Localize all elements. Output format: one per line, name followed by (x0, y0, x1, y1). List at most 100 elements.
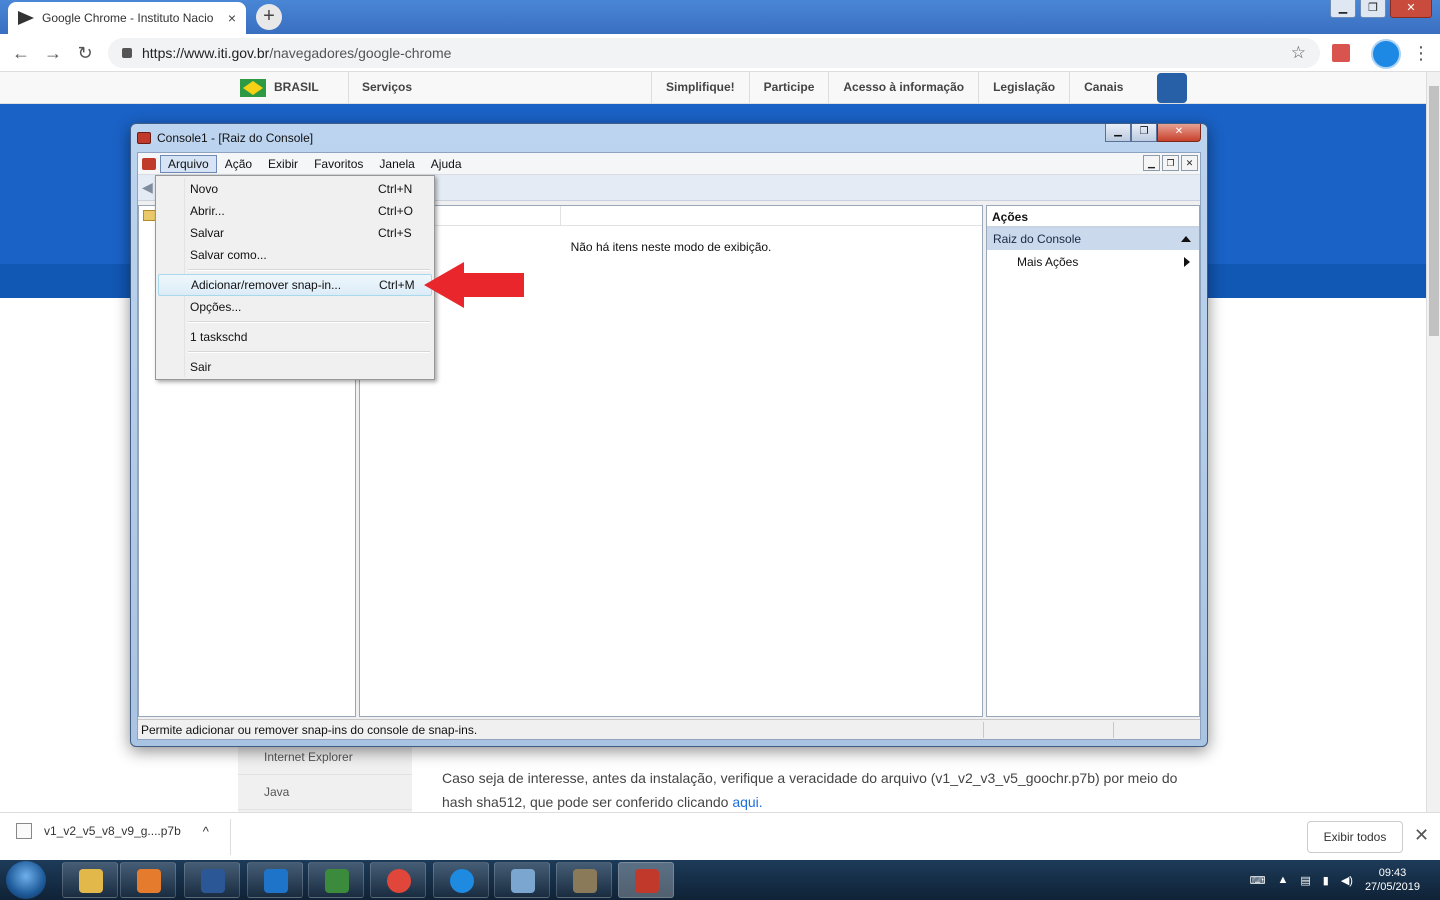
menu-item-salvar-como[interactable]: Salvar como... (158, 244, 432, 266)
taskbar-chrome[interactable] (370, 862, 426, 898)
mmc-maximize-button[interactable]: ❐ (1131, 124, 1157, 142)
bookmark-star-icon[interactable]: ☆ (1291, 43, 1306, 63)
console-root-icon[interactable] (142, 157, 156, 170)
menu-item-shortcut: Ctrl+N (378, 182, 413, 196)
menu-exibir[interactable]: Exibir (260, 154, 306, 174)
address-bar[interactable]: https://www.iti.gov.br/navegadores/googl… (108, 38, 1320, 68)
menu-item-label: Salvar (190, 226, 225, 240)
outlook-icon (264, 869, 288, 893)
actions-console-root[interactable]: Raiz do Console (987, 228, 1199, 250)
back-button[interactable]: ← (8, 40, 34, 66)
menu-item-add-remove-snapin[interactable]: Adicionar/remover snap-in... Ctrl+M (158, 274, 432, 296)
maximize-button[interactable]: ❐ (1360, 0, 1386, 18)
windows-taskbar: ⌨ ▲ ▤ ▮ ◀) 09:43 27/05/2019 (0, 860, 1440, 900)
sidenav-item-java[interactable]: Java (238, 775, 412, 810)
mmc-title: Console1 - [Raiz do Console] (157, 131, 314, 145)
taskbar-word[interactable] (184, 862, 240, 898)
network-icon[interactable]: ▤ (1300, 874, 1310, 887)
show-all-downloads-button[interactable]: Exibir todos (1307, 821, 1403, 853)
child-window-controls: ▁ ❐ ✕ (1143, 155, 1198, 171)
gov-link-acesso[interactable]: Acesso à informação (828, 72, 978, 104)
actions-header: Ações (987, 206, 1199, 228)
download-divider (230, 819, 231, 855)
download-filename: v1_v2_v5_v8_v9_g....p7b (44, 824, 181, 838)
actions-more[interactable]: Mais Ações (987, 250, 1199, 274)
forward-button[interactable]: → (40, 40, 66, 66)
tab-google-chrome[interactable]: Google Chrome - Instituto Nacio × (8, 2, 246, 34)
tab-close-icon[interactable]: × (228, 10, 236, 26)
taskbar-explorer[interactable] (62, 862, 118, 898)
child-restore-button[interactable]: ❐ (1162, 155, 1179, 171)
child-minimize-button[interactable]: ▁ (1143, 155, 1160, 171)
column-divider[interactable] (560, 206, 561, 226)
menu-item-sair[interactable]: Sair (158, 356, 432, 378)
taskbar-notes[interactable] (494, 862, 550, 898)
mmc-status-bar: Permite adicionar ou remover snap-ins do… (138, 719, 1200, 739)
clock[interactable]: 09:43 27/05/2019 (1365, 866, 1420, 894)
browser-tabstrip: Google Chrome - Instituto Nacio × + ▁ ❐ … (0, 0, 1440, 34)
gov-top-bar: BRASIL Serviços Simplifique! Participe A… (0, 72, 1440, 104)
mmc-minimize-button[interactable]: ▁ (1105, 124, 1131, 142)
tray-expand-icon[interactable]: ▲ (1277, 874, 1288, 886)
taskbar-mmc[interactable] (618, 862, 674, 898)
download-chevron-icon[interactable]: ^ (203, 824, 209, 839)
volume-icon[interactable]: ◀) (1341, 874, 1353, 887)
mmc-toolbox-icon (635, 869, 659, 893)
brasil-link[interactable]: BRASIL (274, 80, 319, 94)
new-tab-button[interactable]: + (256, 4, 282, 30)
menu-item-label: Abrir... (190, 204, 225, 218)
child-close-button[interactable]: ✕ (1181, 155, 1198, 171)
menu-item-novo[interactable]: Novo Ctrl+N (158, 178, 432, 200)
gov-link-simplifique[interactable]: Simplifique! (651, 72, 749, 104)
menu-acao[interactable]: Ação (217, 154, 260, 174)
status-divider-1 (983, 722, 984, 738)
download-item[interactable]: v1_v2_v5_v8_v9_g....p7b ^ (16, 823, 209, 839)
page-scrollbar[interactable] (1426, 72, 1440, 812)
downloads-close-icon[interactable]: ✕ (1414, 825, 1429, 846)
taskbar-vnc[interactable] (308, 862, 364, 898)
menu-item-shortcut: Ctrl+S (378, 226, 412, 240)
arrow-shape (424, 262, 524, 308)
signal-icon[interactable]: ▮ (1323, 874, 1329, 887)
minimize-button[interactable]: ▁ (1330, 0, 1356, 18)
menu-janela[interactable]: Janela (371, 154, 422, 174)
url-path: /navegadores/google-chrome (269, 45, 452, 61)
clock-time: 09:43 (1378, 867, 1407, 879)
taskbar-gimp[interactable] (556, 862, 612, 898)
taskbar-media-player[interactable] (120, 862, 176, 898)
browser-window-controls: ▁ ❐ ✕ (1330, 0, 1432, 18)
taskbar-teamviewer[interactable] (433, 862, 489, 898)
pdf-extension-icon[interactable] (1332, 44, 1350, 62)
menu-separator (158, 318, 432, 326)
menu-arquivo[interactable]: Arquivo (160, 154, 217, 173)
start-button[interactable] (6, 861, 46, 899)
gov-link-participe[interactable]: Participe (748, 72, 829, 104)
menu-item-label: Novo (190, 182, 219, 196)
mmc-close-button[interactable]: ✕ (1157, 124, 1201, 142)
word-icon (201, 869, 225, 893)
status-text: Permite adicionar ou remover snap-ins do… (141, 723, 478, 737)
accessibility-icon[interactable] (1157, 73, 1187, 103)
mmc-app-icon (137, 132, 151, 144)
reload-button[interactable]: ↻ (72, 40, 98, 66)
chrome-menu-icon[interactable]: ⋮ (1412, 43, 1430, 64)
menu-item-abrir[interactable]: Abrir... Ctrl+O (158, 200, 432, 222)
menu-item-recent-taskschd[interactable]: 1 taskschd (158, 326, 432, 348)
menu-favoritos[interactable]: Favoritos (306, 154, 371, 174)
explorer-icon (79, 869, 103, 893)
keyboard-icon[interactable]: ⌨ (1250, 874, 1266, 887)
menu-item-label: Opções... (190, 300, 242, 314)
servicos-link[interactable]: Serviços (348, 72, 412, 104)
gov-link-legislacao[interactable]: Legislação (978, 72, 1069, 104)
taskbar-outlook[interactable] (247, 862, 303, 898)
close-window-button[interactable]: ✕ (1390, 0, 1432, 18)
menu-item-salvar[interactable]: Salvar Ctrl+S (158, 222, 432, 244)
menu-ajuda[interactable]: Ajuda (423, 154, 470, 174)
menu-item-opcoes[interactable]: Opções... (158, 296, 432, 318)
profile-avatar[interactable] (1371, 39, 1401, 69)
collapse-caret-icon[interactable] (1181, 236, 1191, 242)
hash-link[interactable]: aqui. (732, 794, 762, 810)
scrollbar-thumb[interactable] (1429, 86, 1439, 336)
mmc-titlebar: Console1 - [Raiz do Console] (137, 128, 313, 148)
gov-link-canais[interactable]: Canais (1069, 72, 1137, 104)
